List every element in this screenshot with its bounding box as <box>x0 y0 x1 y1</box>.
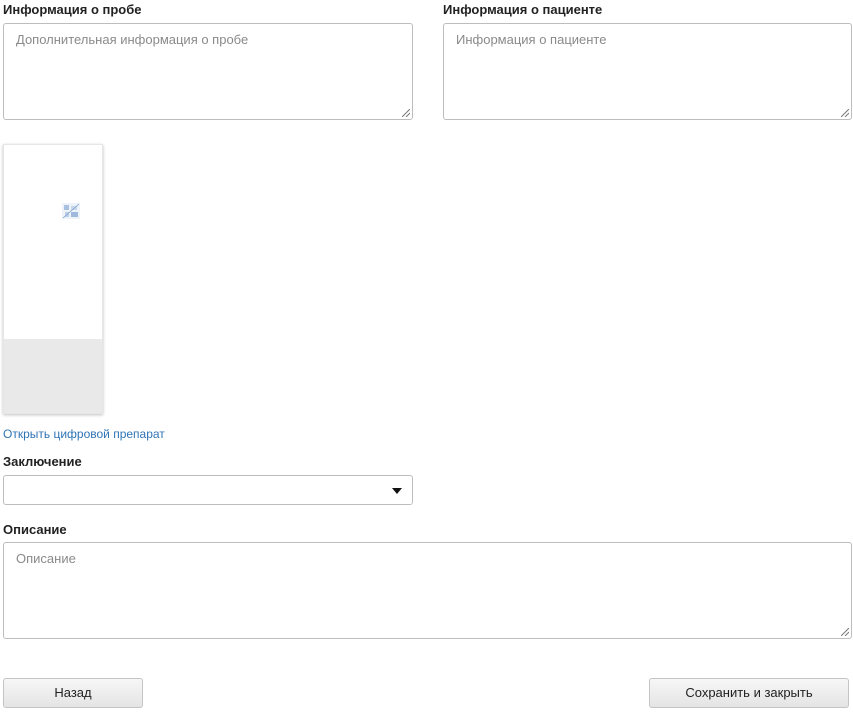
resize-grip-icon[interactable] <box>841 628 849 636</box>
resize-grip-icon[interactable] <box>841 109 849 117</box>
slide-thumbnail-footer <box>4 339 102 413</box>
slide-thumbnail[interactable] <box>3 144 103 414</box>
patient-info-placeholder: Информация о пациенте <box>456 32 607 47</box>
back-button[interactable]: Назад <box>3 678 143 708</box>
patient-info-textarea[interactable]: Информация о пациенте <box>443 23 852 120</box>
slide-image-icon <box>62 203 80 219</box>
save-and-close-button[interactable]: Сохранить и закрыть <box>649 678 849 708</box>
sample-info-textarea[interactable]: Дополнительная информация о пробе <box>3 23 413 120</box>
dropdown-arrow-icon <box>392 488 402 494</box>
resize-grip-icon[interactable] <box>402 109 410 117</box>
sample-info-placeholder: Дополнительная информация о пробе <box>16 32 249 47</box>
conclusion-label: Заключение <box>3 454 82 469</box>
patient-info-label: Информация о пациенте <box>443 2 603 17</box>
sample-form: Информация о пробе Дополнительная информ… <box>0 0 853 712</box>
conclusion-select[interactable] <box>3 475 413 505</box>
description-textarea[interactable]: Описание <box>3 542 852 639</box>
description-label: Описание <box>3 522 67 537</box>
open-digital-slide-link[interactable]: Открыть цифровой препарат <box>3 427 165 441</box>
sample-info-label: Информация о пробе <box>3 2 142 17</box>
description-placeholder: Описание <box>16 551 76 566</box>
